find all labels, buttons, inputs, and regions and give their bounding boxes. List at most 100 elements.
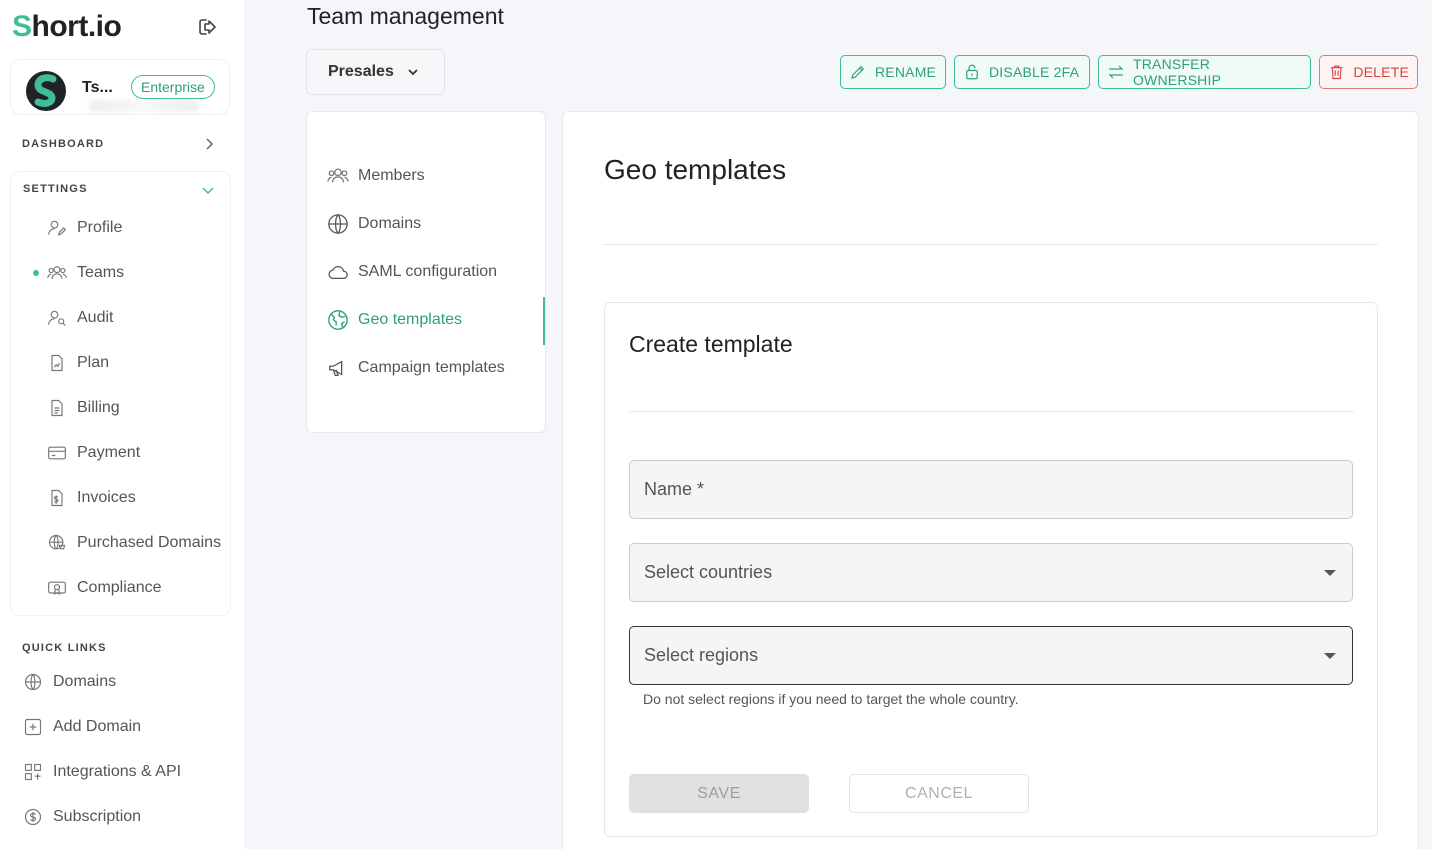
chevron-down-icon[interactable] [201, 183, 215, 197]
logout-icon[interactable] [196, 15, 220, 39]
quick-link-label: Integrations & API [53, 763, 182, 780]
quick-link-label: Domains [53, 673, 117, 690]
account-name: Ts... [82, 79, 113, 96]
subnav-item-domains[interactable]: Domains [327, 209, 421, 239]
chevron-right-icon[interactable] [202, 137, 216, 151]
pencil-icon [851, 65, 865, 79]
quick-link-subscription[interactable]: Subscription [22, 797, 141, 837]
sidebar-item-profile[interactable]: Profile [46, 208, 122, 248]
regions-select[interactable]: Select regions [629, 626, 1353, 685]
sidebar-item-plan[interactable]: Plan [46, 343, 109, 383]
trash-icon [1330, 65, 1343, 80]
page-title: Team management [307, 3, 504, 29]
divider [603, 244, 1378, 245]
dropdown-caret-icon [1324, 570, 1336, 576]
subnav-item-label: Campaign templates [358, 359, 505, 376]
team-select[interactable]: Presales [306, 49, 445, 95]
sidebar-item-purchased-domains[interactable]: Purchased Domains [46, 523, 221, 563]
team-select-value: Presales [328, 63, 394, 80]
sidebar-item-payment[interactable]: Payment [46, 433, 140, 473]
team-settings-nav: Members Domains SAML configuration Geo t… [306, 111, 546, 433]
sidebar-item-label: Profile [77, 219, 123, 236]
megaphone-icon [329, 360, 343, 376]
sidebar-item-label: Compliance [77, 579, 162, 596]
geo-templates-panel: Geo templates Create template Name * Sel… [562, 111, 1419, 849]
users-icon [46, 262, 68, 284]
subnav-item-label: SAML configuration [358, 263, 498, 280]
plan-badge: Enterprise [131, 75, 215, 99]
rename-label: RENAME [875, 64, 937, 80]
sidebar-item-teams[interactable]: Teams [46, 253, 124, 293]
countries-select[interactable]: Select countries [629, 543, 1353, 602]
sidebar-item-billing[interactable]: Billing [46, 388, 120, 428]
transfer-ownership-label: TRANSFER OWNERSHIP [1132, 56, 1222, 88]
globe-cart-icon [46, 532, 68, 554]
countries-placeholder: Select countries [644, 562, 773, 582]
sidebar-item-invoices[interactable]: Invoices [46, 478, 136, 518]
subnav-item-saml[interactable]: SAML configuration [327, 257, 497, 287]
app-logo[interactable]: Short.io [12, 10, 122, 44]
sidebar-item-label: Billing [77, 399, 120, 416]
cancel-button[interactable]: CANCEL [849, 774, 1029, 813]
disable-2fa-label: DISABLE 2FA [989, 64, 1080, 80]
invoice-icon [46, 487, 68, 509]
subnav-item-geo-templates[interactable]: Geo templates [327, 305, 462, 335]
user-edit-icon [46, 217, 68, 239]
quick-link-label: Subscription [53, 808, 142, 825]
sidebar-item-label: Audit [77, 309, 114, 326]
team-avatar [26, 71, 66, 111]
document-icon [46, 397, 68, 419]
subnav-item-campaign-templates[interactable]: Campaign templates [327, 353, 505, 383]
sidebar-item-compliance[interactable]: Compliance [46, 568, 161, 608]
www-globe-icon [22, 671, 44, 693]
transfer-ownership-button[interactable]: TRANSFER OWNERSHIP [1098, 55, 1311, 89]
users-icon [327, 168, 349, 183]
quick-link-domains[interactable]: Domains [22, 662, 116, 702]
earth-icon [328, 310, 348, 330]
dashboard-link[interactable]: DASHBOARD [22, 138, 104, 150]
user-search-icon [46, 307, 68, 329]
unlock-icon [966, 64, 978, 80]
account-switcher[interactable]: Ts... Enterprise [10, 59, 230, 115]
quick-link-add-domain[interactable]: Add Domain [22, 707, 141, 747]
active-indicator [543, 297, 545, 345]
chevron-down-icon [408, 69, 418, 76]
certificate-icon [46, 577, 68, 599]
subnav-item-label: Domains [358, 215, 422, 232]
document-chart-icon [46, 352, 68, 374]
integrations-icon [22, 761, 44, 783]
card-title: Create template [629, 331, 793, 357]
quick-link-integrations[interactable]: Integrations & API [22, 752, 181, 792]
credit-card-icon [46, 442, 68, 464]
settings-header[interactable]: SETTINGS [23, 183, 88, 195]
delete-team-button[interactable]: DELETE [1319, 55, 1418, 89]
cloud-icon [328, 266, 348, 280]
sidebar-item-label: Plan [77, 354, 110, 371]
account-email-blurred [89, 100, 199, 112]
subnav-item-members[interactable]: Members [327, 161, 425, 191]
globe-icon [328, 214, 348, 234]
name-placeholder: Name * [644, 479, 705, 499]
subnav-item-label: Members [358, 167, 425, 184]
dropdown-caret-icon [1324, 653, 1336, 659]
regions-placeholder: Select regions [644, 645, 759, 665]
sidebar-item-label: Invoices [77, 489, 136, 506]
sidebar-item-label: Teams [77, 264, 125, 281]
dollar-circle-icon [22, 806, 44, 828]
quick-link-label: Add Domain [53, 718, 142, 735]
regions-helper-text: Do not select regions if you need to tar… [643, 691, 1019, 707]
rename-button[interactable]: RENAME [840, 55, 946, 89]
active-indicator-dot [33, 270, 39, 276]
name-input[interactable]: Name * [629, 460, 1353, 519]
panel-title: Geo templates [604, 154, 787, 185]
save-button[interactable]: SAVE [629, 774, 809, 813]
divider [629, 411, 1354, 412]
sidebar-item-label: Purchased Domains [77, 534, 222, 551]
disable-2fa-button[interactable]: DISABLE 2FA [954, 55, 1090, 89]
sidebar: Short.io Ts... Enterprise DASHBOARD SETT… [0, 0, 244, 849]
delete-label: DELETE [1353, 64, 1409, 80]
sidebar-item-audit[interactable]: Audit [46, 298, 113, 338]
plus-square-icon [22, 716, 44, 738]
sidebar-item-label: Payment [77, 444, 141, 461]
transfer-arrows-icon [1108, 65, 1124, 79]
